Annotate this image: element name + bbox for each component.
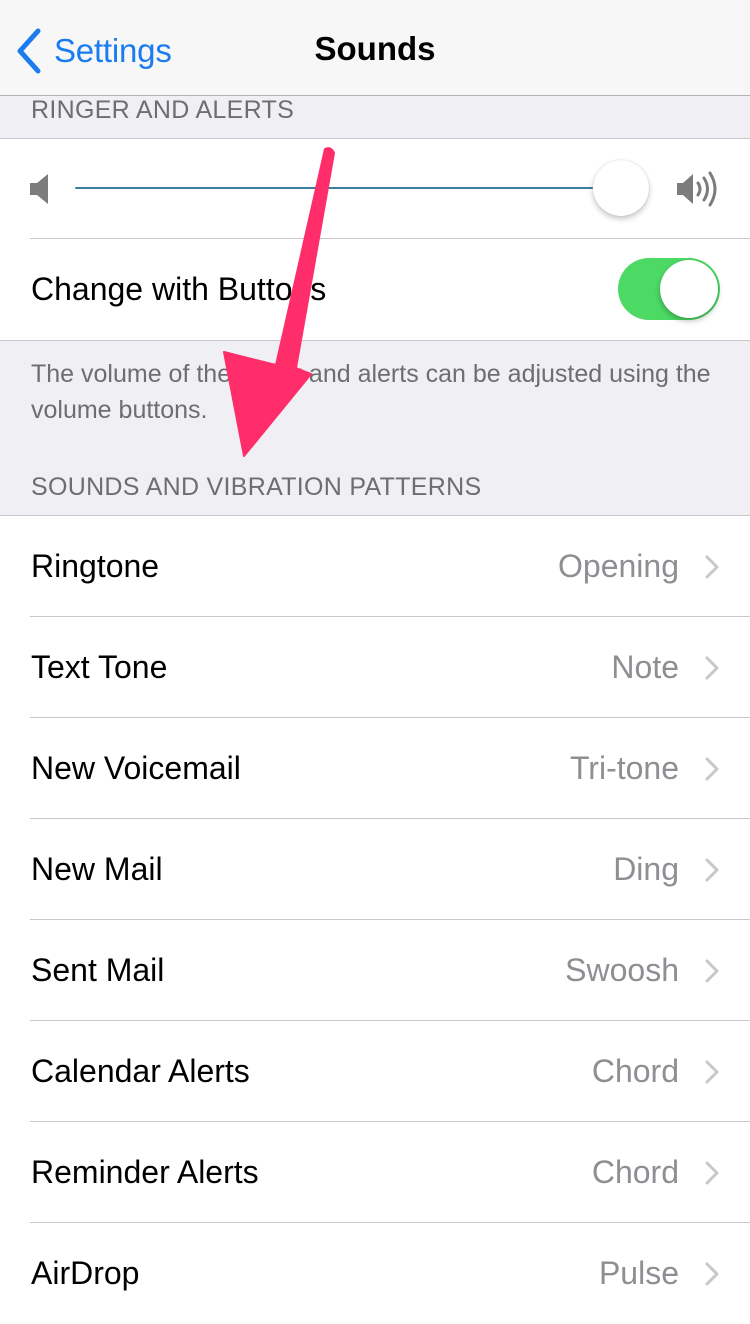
- chevron-right-icon: [705, 1060, 719, 1083]
- sound-row-calendar-alerts[interactable]: Calendar Alerts Chord: [0, 1020, 750, 1122]
- chevron-right-icon: [705, 1262, 719, 1285]
- row-value: Ding: [613, 851, 679, 887]
- chevron-right-icon: [705, 757, 719, 780]
- volume-slider-row: [0, 139, 750, 239]
- section-header-ringer: RINGER AND ALERTS: [31, 96, 295, 124]
- volume-slider-thumb[interactable]: [593, 160, 650, 216]
- row-label: New Voicemail: [31, 750, 241, 786]
- page-title: Sounds: [314, 30, 436, 67]
- row-label: AirDrop: [31, 1255, 140, 1291]
- sounds-group: Ringtone Opening Text Tone Note New Voic…: [0, 515, 750, 1324]
- chevron-right-icon: [705, 656, 719, 679]
- sound-row-text-tone[interactable]: Text Tone Note: [0, 616, 750, 718]
- row-value: Opening: [558, 548, 679, 584]
- sound-row-airdrop[interactable]: AirDrop Pulse: [0, 1222, 750, 1324]
- row-value: Tri-tone: [569, 750, 679, 786]
- row-label: Sent Mail: [31, 952, 165, 988]
- row-label: Reminder Alerts: [31, 1154, 259, 1190]
- row-label: Ringtone: [31, 548, 160, 584]
- change-with-buttons-toggle[interactable]: [618, 258, 720, 320]
- sound-row-new-voicemail[interactable]: New Voicemail Tri-tone: [0, 717, 750, 819]
- row-label: Text Tone: [31, 649, 168, 685]
- volume-slider[interactable]: [75, 187, 594, 189]
- sound-row-ringtone[interactable]: Ringtone Opening: [0, 516, 750, 617]
- row-value: Chord: [591, 1154, 679, 1190]
- sound-row-new-mail[interactable]: New Mail Ding: [0, 818, 750, 920]
- row-label: New Mail: [31, 851, 163, 887]
- ringer-footer-text: The volume of the ringer and alerts can …: [31, 360, 711, 424]
- chevron-right-icon: [705, 555, 719, 578]
- toggle-knob: [660, 260, 718, 318]
- speaker-low-icon: [30, 174, 48, 204]
- change-with-buttons-row: Change with Buttons: [0, 238, 750, 340]
- row-value: Chord: [591, 1053, 679, 1089]
- section-header-sounds: SOUNDS AND VIBRATION PATTERNS: [31, 473, 482, 501]
- chevron-right-icon: [705, 959, 719, 982]
- row-value: Swoosh: [565, 952, 679, 988]
- chevron-right-icon: [705, 858, 719, 881]
- row-value: Pulse: [598, 1255, 679, 1291]
- sound-row-sent-mail[interactable]: Sent Mail Swoosh: [0, 919, 750, 1021]
- row-value: Note: [611, 649, 679, 685]
- chevron-right-icon: [705, 1161, 719, 1184]
- navigation-bar: Settings Sounds: [0, 0, 750, 96]
- change-with-buttons-label: Change with Buttons: [31, 271, 327, 307]
- ringer-group: Change with Buttons: [0, 138, 750, 341]
- row-label: Calendar Alerts: [31, 1053, 250, 1089]
- sound-row-reminder-alerts[interactable]: Reminder Alerts Chord: [0, 1121, 750, 1223]
- speaker-high-icon: [677, 171, 717, 207]
